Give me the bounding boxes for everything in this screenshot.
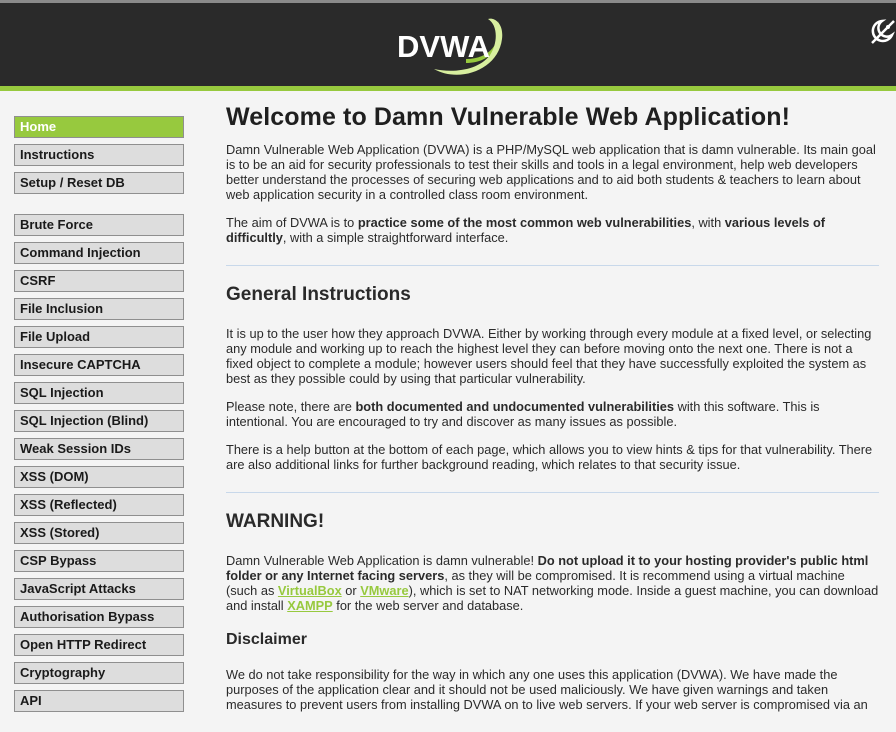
general-paragraph-1: It is up to the user how they approach D… <box>226 326 872 386</box>
dvwa-logo[interactable]: DVWA <box>394 13 506 77</box>
divider <box>226 492 879 493</box>
menu-item-cryptography[interactable]: Cryptography <box>14 662 184 684</box>
menu-group-vulnerabilities: Brute Force Command Injection CSRF File Inc… <box>14 214 184 712</box>
menu-item-authorisation-bypass[interactable]: Authorisation Bypass <box>14 606 184 628</box>
menu-item-instructions[interactable]: Instructions <box>14 144 184 166</box>
menu-item-command-injection[interactable]: Command Injection <box>14 242 184 264</box>
disclaimer-paragraph: We do not take responsibility for the wa… <box>226 667 868 712</box>
menu-item-file-inclusion[interactable]: File Inclusion <box>14 298 184 320</box>
menu-item-label: API <box>20 693 42 708</box>
menu-item-label: Cryptography <box>20 665 106 680</box>
general-paragraph-2: Please note, there are both documented a… <box>226 399 820 429</box>
menu-item-xss-dom[interactable]: XSS (DOM) <box>14 466 184 488</box>
menu-item-xss-reflected[interactable]: XSS (Reflected) <box>14 494 184 516</box>
virtualbox-link[interactable]: VirtualBox <box>278 583 342 598</box>
menu-item-xss-stored[interactable]: XSS (Stored) <box>14 522 184 544</box>
page-title: Welcome to Damn Vulnerable Web Applicati… <box>226 103 791 131</box>
menu-item-weak-session-ids[interactable]: Weak Session IDs <box>14 438 184 460</box>
menu-item-label: Command Injection <box>20 245 141 260</box>
menu-item-label: CSRF <box>20 273 56 288</box>
menu-item-csrf[interactable]: CSRF <box>14 270 184 292</box>
warning-paragraph: Damn Vulnerable Web Application is damn … <box>226 553 879 613</box>
menu-item-label: File Upload <box>20 329 91 344</box>
vmware-link[interactable]: VMware <box>360 583 408 598</box>
menu-item-file-upload[interactable]: File Upload <box>14 326 184 348</box>
header-accent-bar <box>0 86 896 91</box>
divider <box>226 265 879 266</box>
menu-item-csp-bypass[interactable]: CSP Bypass <box>14 550 184 572</box>
menu-item-label: SQL Injection (Blind) <box>20 413 149 428</box>
menu-item-label: XSS (Stored) <box>20 525 100 540</box>
main-content: Welcome to Damn Vulnerable Web Applicati… <box>226 103 879 725</box>
menu-item-label: Weak Session IDs <box>20 441 132 456</box>
logo-text: DVWA <box>397 29 490 64</box>
menu-item-label: Authorisation Bypass <box>20 609 155 624</box>
menu-item-sql-injection[interactable]: SQL Injection <box>14 382 184 404</box>
menu-item-label: XSS (Reflected) <box>20 497 117 512</box>
xampp-link[interactable]: XAMPP <box>287 598 333 613</box>
menu-item-label: CSP Bypass <box>20 553 97 568</box>
menu-item-home[interactable]: Home <box>14 116 184 138</box>
theme-toggle-icon[interactable] <box>868 15 896 47</box>
general-paragraph-3: There is a help button at the bottom of … <box>226 442 873 472</box>
menu-item-label: XSS (DOM) <box>20 469 89 484</box>
menu-item-brute-force[interactable]: Brute Force <box>14 214 184 236</box>
intro-paragraph: Damn Vulnerable Web Application (DVWA) i… <box>226 142 876 202</box>
menu-item-label: Open HTTP Redirect <box>20 637 147 652</box>
menu-item-api[interactable]: API <box>14 690 184 712</box>
menu-item-label: Setup / Reset DB <box>20 175 125 190</box>
menu-item-label: Home <box>20 119 57 134</box>
warning-heading: WARNING! <box>226 511 325 532</box>
disclaimer-heading: Disclaimer <box>226 631 307 648</box>
menu-item-label: JavaScript Attacks <box>20 581 136 596</box>
aim-paragraph: The aim of DVWA is to practice some of t… <box>226 215 826 245</box>
menu-item-insecure-captcha[interactable]: Insecure CAPTCHA <box>14 354 184 376</box>
menu-item-open-http-redirect[interactable]: Open HTTP Redirect <box>14 634 184 656</box>
sidebar-menu: Home Instructions Setup / Reset DB Brute F… <box>14 116 184 732</box>
menu-item-label: Instructions <box>20 147 95 162</box>
menu-group-main: Home Instructions Setup / Reset DB <box>14 116 184 194</box>
menu-item-javascript-attacks[interactable]: JavaScript Attacks <box>14 578 184 600</box>
menu-item-label: SQL Injection <box>20 385 104 400</box>
menu-item-label: Insecure CAPTCHA <box>20 357 141 372</box>
menu-item-label: Brute Force <box>20 217 93 232</box>
general-instructions-heading: General Instructions <box>226 284 411 305</box>
menu-item-label: File Inclusion <box>20 301 104 316</box>
menu-item-setup-reset-db[interactable]: Setup / Reset DB <box>14 172 184 194</box>
menu-item-sql-injection-blind[interactable]: SQL Injection (Blind) <box>14 410 184 432</box>
site-header: DVWA <box>0 3 896 86</box>
